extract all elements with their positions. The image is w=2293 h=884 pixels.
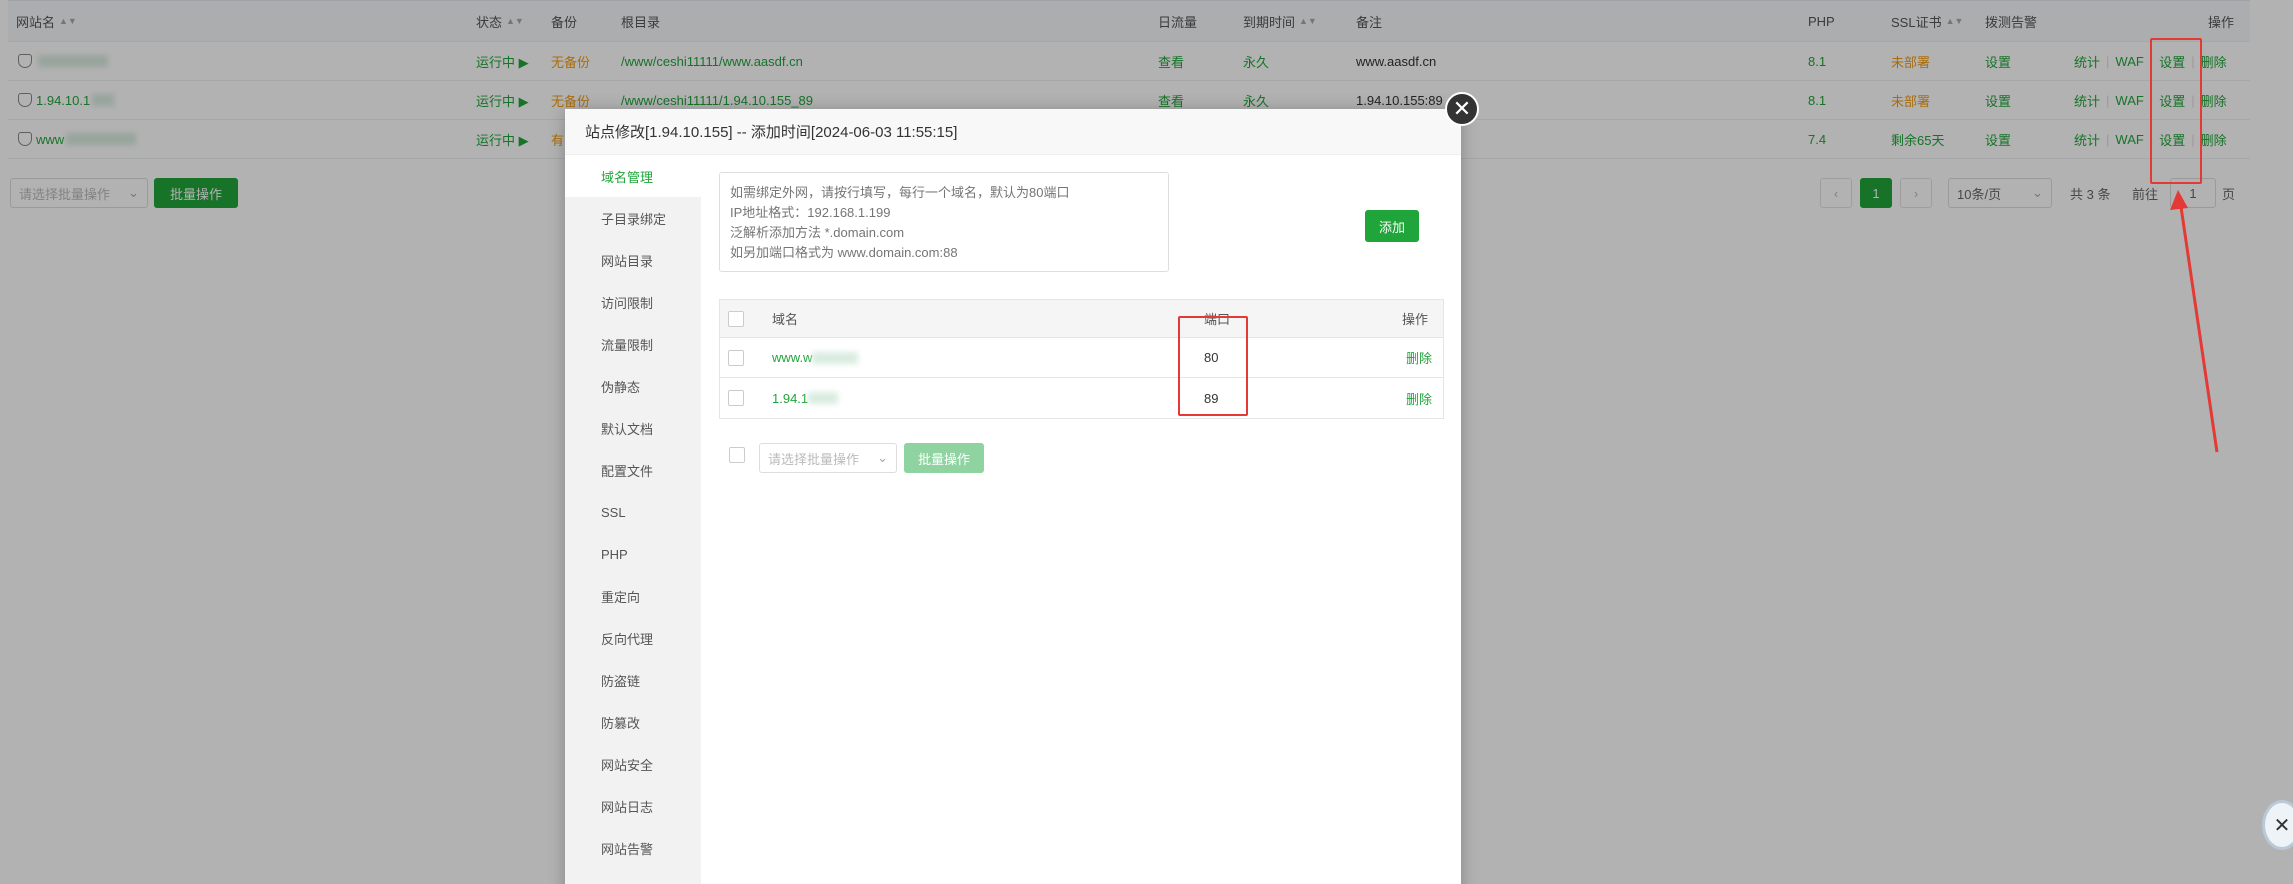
delete-domain-link[interactable]: 删除 [1406, 338, 1432, 377]
menu-other-settings[interactable]: 其他设置 [565, 869, 701, 884]
blurred-text [808, 392, 839, 404]
menu-subdirectory-binding[interactable]: 子目录绑定 [565, 197, 701, 239]
menu-config-file[interactable]: 配置文件 [565, 449, 701, 491]
select-all-checkbox[interactable] [728, 310, 744, 327]
menu-tamper-protection[interactable]: 防篡改 [565, 701, 701, 743]
site-edit-modal: 站点修改[1.94.10.155] -- 添加时间[2024-06-03 11:… [565, 109, 1461, 884]
domain-input[interactable] [719, 172, 1169, 272]
menu-site-directory[interactable]: 网站目录 [565, 239, 701, 281]
modal-sidebar: 域名管理 子目录绑定 网站目录 访问限制 流量限制 伪静态 默认文档 配置文件 … [565, 155, 701, 884]
domain-table-header: 域名 端口 操作 [720, 300, 1443, 338]
domain-table: 域名 端口 操作 www.w 80 删除 1.94.1 89 删除 [719, 299, 1444, 419]
row-checkbox[interactable] [728, 349, 744, 366]
header-domain: 域名 [772, 312, 799, 327]
menu-domain-management[interactable]: 域名管理 [565, 155, 701, 197]
row-checkbox[interactable] [728, 390, 744, 406]
menu-hotlink-protection[interactable]: 防盗链 [565, 659, 701, 701]
menu-rewrite[interactable]: 伪静态 [565, 365, 701, 407]
close-icon[interactable]: ✕ [1445, 92, 1479, 126]
menu-reverse-proxy[interactable]: 反向代理 [565, 617, 701, 659]
batch-checkbox[interactable] [729, 447, 745, 463]
menu-site-alerts[interactable]: 网站告警 [565, 827, 701, 869]
menu-default-document[interactable]: 默认文档 [565, 407, 701, 449]
domain-batch-select[interactable]: 请选择批量操作 ⌄ [759, 443, 897, 473]
menu-redirect[interactable]: 重定向 [565, 575, 701, 617]
menu-site-security[interactable]: 网站安全 [565, 743, 701, 785]
add-domain-button[interactable]: 添加 [1365, 210, 1419, 242]
domain-link[interactable]: www.w [772, 338, 859, 377]
annotation-box-port [1178, 316, 1248, 416]
menu-site-logs[interactable]: 网站日志 [565, 785, 701, 827]
menu-php[interactable]: PHP [565, 533, 701, 575]
table-row: 1.94.1 89 删除 [720, 378, 1443, 418]
domain-batch-action-button[interactable]: 批量操作 [904, 443, 984, 473]
table-row: www.w 80 删除 [720, 338, 1443, 378]
delete-domain-link[interactable]: 删除 [1406, 378, 1432, 418]
annotation-box-settings [2150, 38, 2202, 184]
menu-access-limit[interactable]: 访问限制 [565, 281, 701, 323]
chevron-down-icon: ⌄ [877, 450, 888, 465]
header-ops: 操作 [1402, 312, 1429, 327]
menu-ssl[interactable]: SSL [565, 491, 701, 533]
blurred-text [812, 351, 859, 364]
modal-title: 站点修改[1.94.10.155] -- 添加时间[2024-06-03 11:… [565, 109, 1461, 155]
domain-link[interactable]: 1.94.1 [772, 378, 839, 418]
menu-traffic-limit[interactable]: 流量限制 [565, 323, 701, 365]
